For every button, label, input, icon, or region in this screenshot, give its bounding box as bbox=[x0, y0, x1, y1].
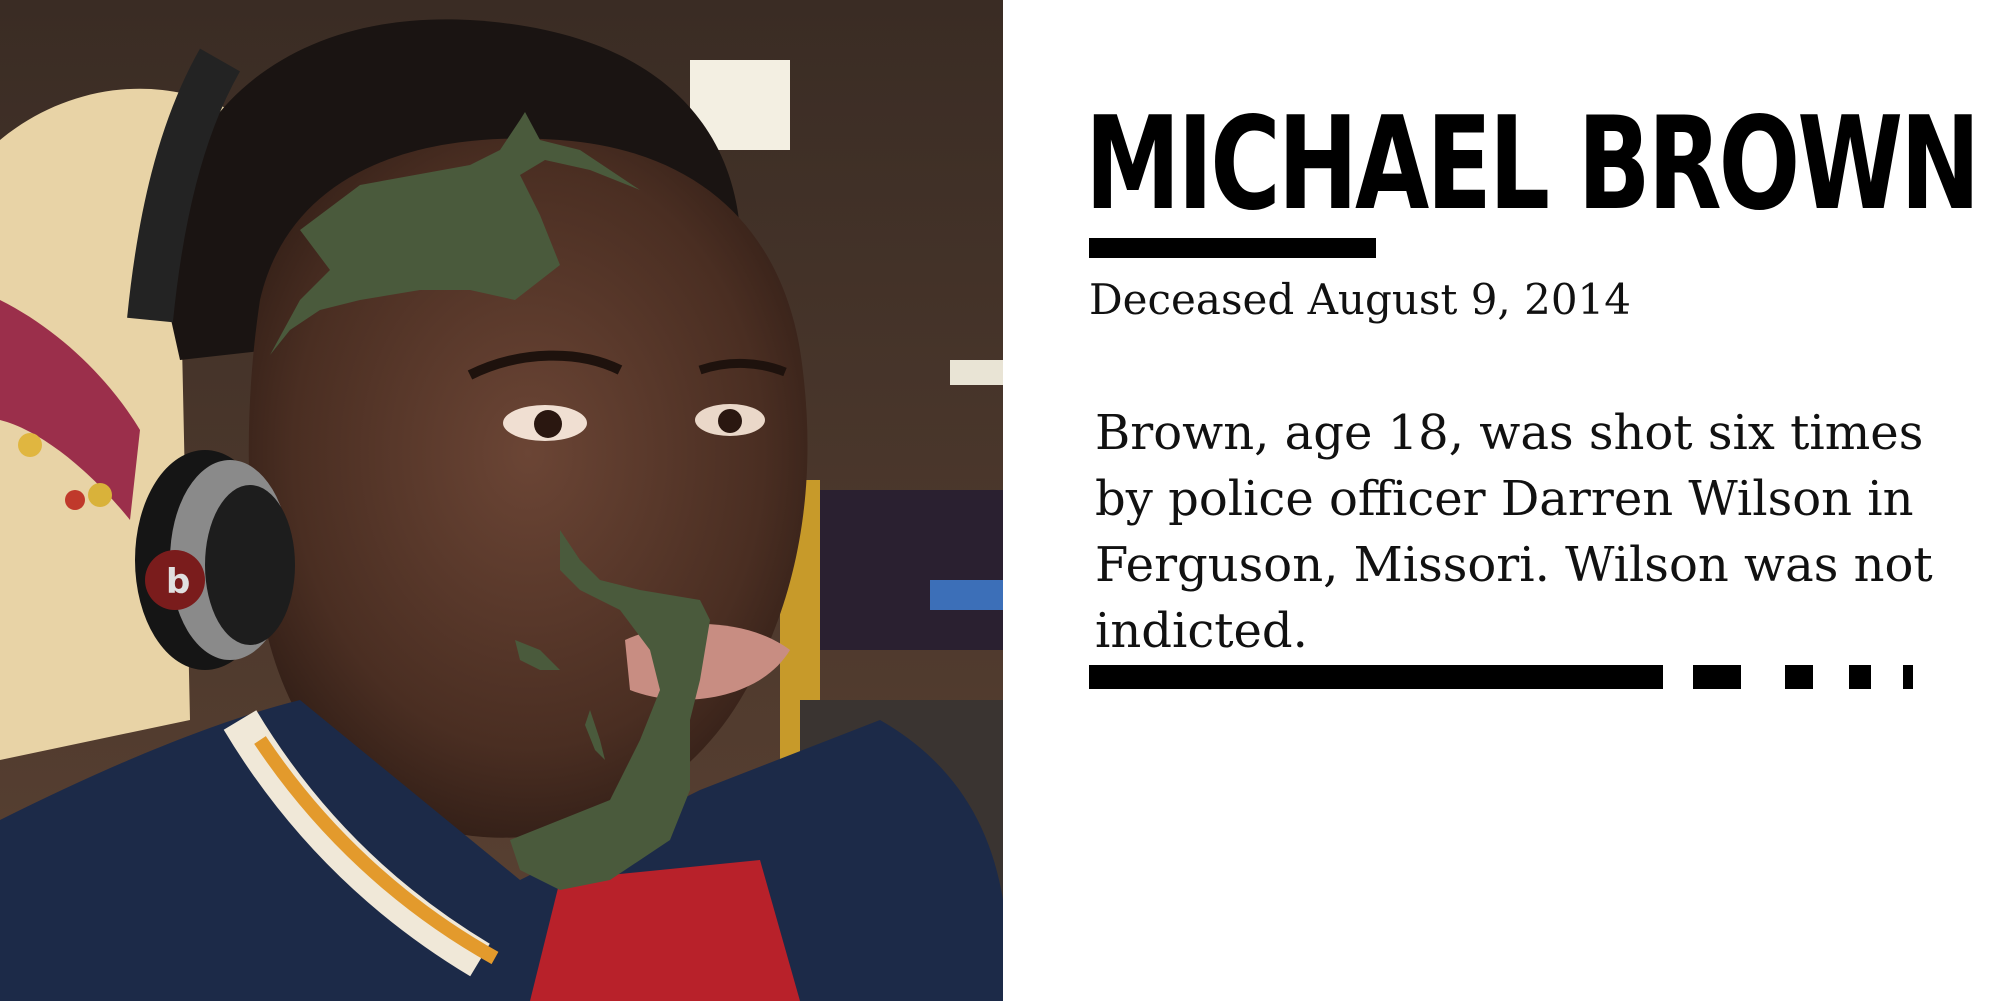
title-underline bbox=[1089, 238, 1376, 258]
info-panel: MICHAEL BROWN Deceased August 9, 2014 Br… bbox=[1003, 0, 2002, 1001]
bio-paragraph: Brown, age 18, was shot six times by pol… bbox=[1095, 405, 1933, 659]
portrait-illustration: b bbox=[0, 0, 1003, 1001]
headphone-logo: b bbox=[166, 562, 190, 602]
divider-dash bbox=[1903, 665, 1913, 689]
ceiling-light bbox=[950, 360, 1003, 385]
divider-dash bbox=[1693, 665, 1741, 689]
arcade-area bbox=[800, 490, 1003, 650]
divider-dash bbox=[1849, 665, 1871, 689]
page-title: MICHAEL BROWN bbox=[1085, 90, 1980, 239]
divider-bar bbox=[1089, 665, 1663, 689]
arcade-screen bbox=[930, 580, 1003, 610]
divider-dash bbox=[1785, 665, 1813, 689]
deceased-date: Deceased August 9, 2014 bbox=[1089, 275, 1632, 324]
portrait-photo: b bbox=[0, 0, 1003, 1001]
